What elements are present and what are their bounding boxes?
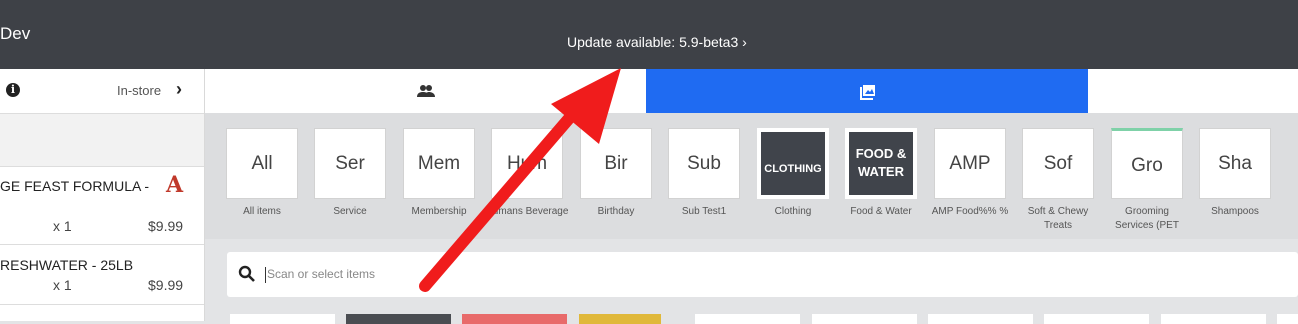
category-caption: Shampoos — [1211, 206, 1259, 217]
category-tile-text: CLOTHING — [764, 163, 822, 175]
category-tile: Hum — [491, 128, 563, 199]
cart-item-qty: x 1 — [53, 218, 72, 234]
tab-customers[interactable] — [205, 69, 646, 113]
category-caption: All items — [243, 206, 281, 217]
product-card[interactable] — [1277, 314, 1298, 324]
category-caption: Birthday — [597, 206, 635, 217]
category-tile: Ser — [314, 128, 386, 199]
tab-products[interactable] — [646, 69, 1088, 113]
product-card[interactable] — [579, 314, 661, 324]
category-tile: Sha — [1199, 128, 1271, 199]
cart-customer-row[interactable] — [0, 114, 204, 167]
cart-item-price: $9.99 — [148, 277, 184, 293]
product-card[interactable] — [812, 314, 917, 324]
category-caption: Food & Water — [850, 206, 912, 217]
product-card[interactable] — [1044, 314, 1149, 324]
cart-item-qty: x 1 — [53, 277, 72, 293]
top-bar: Dev Update available: 5.9-beta3 › — [0, 0, 1298, 69]
view-tabs — [205, 69, 1298, 113]
category-caption: Grooming Services (PET — [1115, 206, 1179, 231]
category-caption: Service — [333, 206, 367, 217]
search-bar[interactable] — [227, 252, 1298, 297]
category-tile: Gro — [1111, 128, 1183, 199]
category-tile-text: FOOD & WATER — [855, 146, 907, 179]
text-caret — [265, 267, 266, 283]
cart-line-item[interactable]: GE FEAST FORMULA - A x 1 $9.99 — [0, 167, 204, 245]
info-icon[interactable]: i — [6, 83, 20, 97]
cart-panel: i In-store › GE FEAST FORMULA - A x 1 $9… — [0, 69, 205, 321]
alert-badge: A — [166, 172, 184, 198]
category-caption: Clothing — [774, 206, 812, 217]
store-mode-label: In-store — [117, 83, 162, 98]
category-tile: Mem — [403, 128, 475, 199]
cart-item-name: RESHWATER - 25LB — [0, 257, 134, 273]
category-caption: AMP Food%% % — [931, 206, 1009, 217]
main-area: All All items Ser Service Mem Membership… — [205, 69, 1298, 324]
image-gallery-icon — [860, 85, 875, 100]
category-strip: All All items Ser Service Mem Membership… — [205, 113, 1298, 239]
category-caption: Sub Test1 — [681, 206, 727, 217]
tab-other[interactable] — [1088, 69, 1298, 113]
category-tile: All — [226, 128, 298, 199]
cart-item-price: $9.99 — [148, 218, 184, 234]
category-tile: FOOD & WATER — [845, 128, 917, 199]
category-caption: Soft & Chewy Treats — [1027, 206, 1089, 231]
product-card[interactable] — [928, 314, 1033, 324]
category-caption: Membership — [411, 206, 467, 217]
category-tile: CLOTHING — [757, 128, 829, 199]
cart-item-name: GE FEAST FORMULA - — [0, 178, 150, 194]
chevron-right-icon[interactable]: › — [176, 79, 182, 100]
product-card[interactable] — [695, 314, 800, 324]
product-card[interactable] — [462, 314, 567, 324]
product-card[interactable] — [1161, 314, 1266, 324]
product-card[interactable] — [230, 314, 335, 324]
category-tile: Sub — [668, 128, 740, 199]
store-mode-row[interactable]: i In-store › — [0, 69, 204, 114]
search-input[interactable] — [267, 264, 867, 284]
search-icon — [238, 265, 255, 282]
category-caption: Humans Beverage — [485, 206, 569, 217]
cart-line-item[interactable]: RESHWATER - 25LB x 1 $9.99 — [0, 245, 204, 305]
category-tile: AMP — [934, 128, 1006, 199]
category-tile: Bir — [580, 128, 652, 199]
product-card[interactable] — [346, 314, 451, 324]
category-tile: Sof — [1022, 128, 1094, 199]
update-available-link[interactable]: Update available: 5.9-beta3 › — [567, 34, 747, 50]
people-icon — [417, 85, 435, 97]
app-name: Dev — [0, 24, 31, 43]
